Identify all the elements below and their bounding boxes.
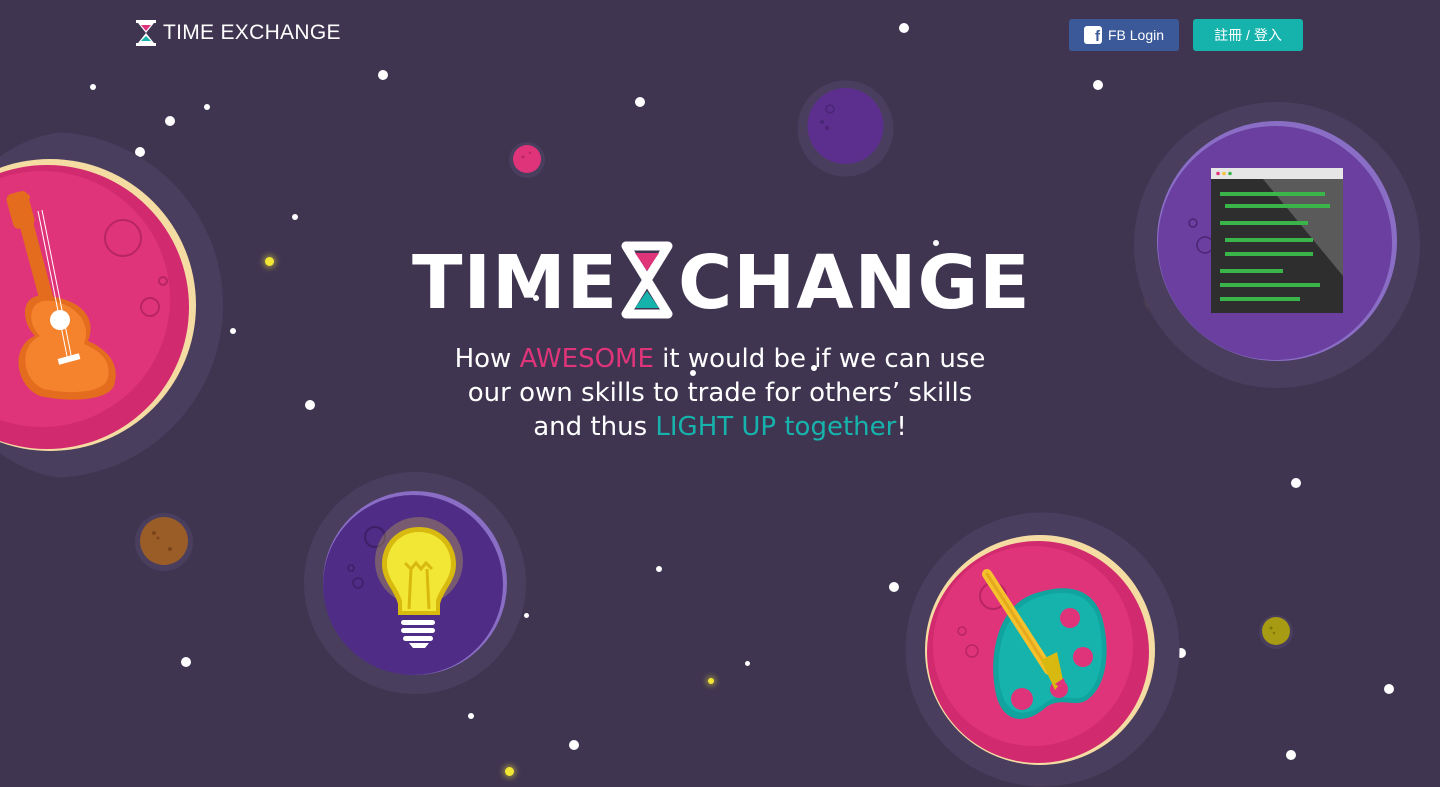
star	[1093, 80, 1103, 90]
star	[181, 657, 191, 667]
star	[889, 582, 899, 592]
star	[265, 257, 274, 266]
tagline-text: How	[454, 344, 520, 374]
logo-text: TIME EXCHANGE	[163, 21, 341, 44]
hero-title: TIME CHANGE	[412, 238, 1032, 328]
small-pink-planet	[509, 142, 545, 178]
tagline-line-2: our own skills to trade for others’ skil…	[467, 378, 973, 408]
palette-planet	[905, 512, 1180, 787]
tagline-text: it would be if we can use	[653, 344, 986, 374]
hourglass-icon	[136, 20, 156, 46]
tagline-line-1: How AWESOME it would be if we can use	[380, 342, 1060, 376]
hourglass-icon	[621, 241, 673, 319]
site-header: TIME EXCHANGE f FB Login 註冊 / 登入	[0, 0, 1440, 70]
star	[708, 678, 714, 684]
fb-login-label: FB Login	[1107, 27, 1165, 43]
star	[204, 104, 210, 110]
star	[165, 116, 175, 126]
tagline-highlight-light-up: LIGHT UP together	[655, 412, 897, 442]
code-planet	[1134, 102, 1420, 388]
star	[524, 613, 529, 618]
guitar-planet	[0, 132, 223, 478]
lightbulb-planet	[304, 472, 526, 694]
tagline-text: !	[896, 412, 907, 442]
small-brown-planet	[135, 513, 193, 571]
tagline-highlight-awesome: AWESOME	[519, 344, 654, 374]
hero-tagline: How AWESOME it would be if we can use ou…	[380, 342, 1060, 444]
small-olive-planet	[1259, 615, 1293, 649]
tagline-line-3: and thus LIGHT UP together!	[380, 410, 1060, 444]
star	[635, 97, 645, 107]
star	[505, 767, 514, 776]
star	[745, 661, 750, 666]
star	[305, 400, 315, 410]
star	[230, 328, 236, 334]
star	[1291, 478, 1301, 488]
facebook-icon: f	[1083, 26, 1102, 44]
star	[569, 740, 579, 750]
hero-title-right: CHANGE	[678, 240, 1031, 326]
code-window-icon	[1211, 168, 1343, 313]
tagline-text: and thus	[533, 412, 656, 442]
star	[1384, 684, 1394, 694]
star	[378, 70, 388, 80]
register-login-button[interactable]: 註冊 / 登入	[1193, 19, 1303, 51]
hero-title-left: TIME	[412, 240, 619, 326]
star	[292, 214, 298, 220]
star	[1286, 750, 1296, 760]
star	[90, 84, 96, 90]
small-purple-planet	[797, 80, 894, 177]
star	[656, 566, 662, 572]
site-logo[interactable]: TIME EXCHANGE	[135, 20, 341, 46]
register-login-label: 註冊 / 登入	[1214, 27, 1282, 43]
star	[468, 713, 474, 719]
fb-login-button[interactable]: f FB Login	[1069, 19, 1179, 51]
